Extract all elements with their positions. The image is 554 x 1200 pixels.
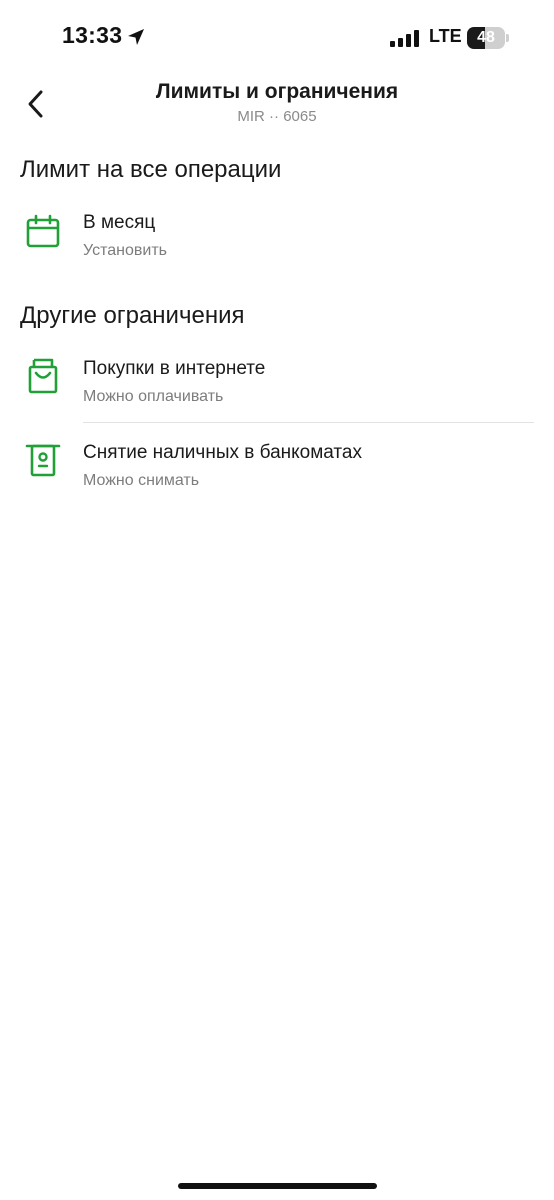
cellular-signal-icon bbox=[390, 30, 419, 47]
status-bar: 13:33 LTE 48 bbox=[0, 0, 554, 76]
network-type: LTE bbox=[429, 26, 462, 46]
list-item-monthly-limit[interactable]: В месяц Установить bbox=[0, 212, 554, 292]
list-item-online-purchases[interactable]: Покупки в интернете Можно оплачивать bbox=[0, 358, 554, 438]
list-item-label: Покупки в интернете bbox=[83, 358, 266, 379]
calendar-icon bbox=[26, 214, 60, 248]
list-item-status: Можно оплачивать bbox=[83, 388, 224, 405]
section-title-restrictions: Другие ограничения bbox=[20, 302, 245, 329]
card-number: MIR ·· 6065 bbox=[237, 108, 317, 125]
list-item-label: Снятие наличных в банкоматах bbox=[83, 442, 362, 463]
shopping-bag-icon bbox=[28, 358, 58, 394]
section-title-limits: Лимит на все операции bbox=[20, 156, 282, 183]
list-item-atm-withdrawal[interactable]: Снятие наличных в банкоматах Можно снима… bbox=[0, 442, 554, 522]
battery-level: 48 bbox=[477, 29, 495, 46]
atm-icon bbox=[25, 444, 61, 477]
list-item-status: Можно снимать bbox=[83, 472, 200, 489]
home-indicator[interactable] bbox=[178, 1183, 377, 1189]
divider bbox=[83, 422, 534, 423]
page-title: Лимиты и ограничения bbox=[155, 80, 399, 103]
list-item-label: В месяц bbox=[83, 212, 156, 233]
location-arrow-icon bbox=[128, 29, 144, 45]
battery-icon: 48 bbox=[467, 27, 509, 49]
list-item-status: Установить bbox=[83, 242, 167, 259]
status-time: 13:33 bbox=[62, 22, 123, 48]
header: Лимиты и ограничения MIR ·· 6065 bbox=[0, 76, 554, 136]
